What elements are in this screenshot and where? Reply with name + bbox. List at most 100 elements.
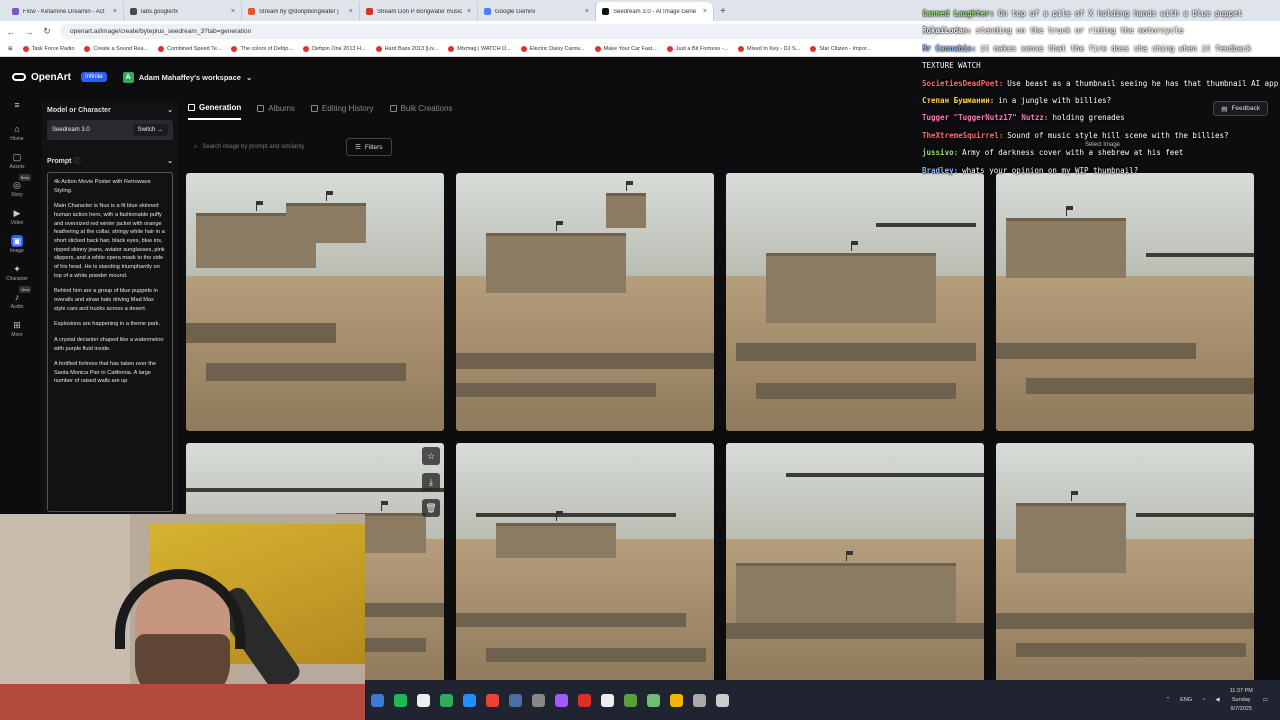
browser-tab[interactable]: Stream by @donpbongwater | × [242, 2, 360, 21]
url-input[interactable]: openart.ai/image/create/byteplus_seedrea… [60, 24, 940, 39]
generated-image[interactable] [456, 173, 714, 431]
bookmark-item[interactable]: The colors of Defqo... [231, 46, 293, 52]
tab-label: Bulk Creations [400, 104, 453, 113]
bookmark-item[interactable]: Create a Sound Rea... [84, 46, 148, 52]
browser-tab[interactable]: Seedream 3.0 - AI Image Gene × [596, 2, 714, 21]
speaker-icon[interactable]: ◀ [1215, 697, 1219, 703]
chevron-up-icon[interactable]: ⌃ [1166, 697, 1171, 703]
image-flag [846, 551, 853, 561]
favorite-star-icon[interactable]: ☆ [422, 447, 440, 465]
tab-editing-history[interactable]: Editing History [310, 103, 374, 120]
rail-item-audio[interactable]: ♪ Audio New [11, 286, 32, 310]
switch-model-button[interactable]: Switch → [132, 124, 168, 136]
image-pier [1146, 253, 1254, 257]
close-tab-icon[interactable]: × [349, 8, 353, 15]
rail-item-more[interactable]: ⊞ More [11, 319, 23, 338]
rail-item-story[interactable]: ◎ Story Beta [11, 174, 31, 198]
browser-tab[interactable]: labs.google/fx × [124, 2, 242, 21]
taskbar-app-icon[interactable] [716, 693, 729, 707]
bookmark-item[interactable]: Star Citizen - Impor... [810, 46, 871, 52]
rail-label: More [11, 332, 23, 338]
generated-image[interactable] [456, 443, 714, 683]
gallery-search-input[interactable]: ⌕ Search image by prompt and similarity [188, 138, 338, 156]
model-name: Seedream 3.0 [52, 127, 90, 133]
tab-bulk-creations[interactable]: Bulk Creations [389, 103, 453, 120]
rail-item-character[interactable]: ✦ Character [6, 263, 28, 282]
taskbar-app-icon[interactable] [693, 693, 706, 707]
close-tab-icon[interactable]: × [585, 8, 589, 15]
taskbar-app-icon[interactable] [532, 693, 545, 707]
workspace-switcher[interactable]: A Adam Mahaffey's workspace ⌄ [122, 71, 252, 83]
browser-tab[interactable]: Stream Don P Bongwater music × [360, 2, 478, 21]
taskbar-app-icon[interactable] [647, 693, 660, 707]
taskbar-app-icon[interactable] [394, 693, 407, 707]
generated-image[interactable] [186, 173, 444, 431]
bookmark-item[interactable]: Make Your Car Fast... [594, 46, 657, 52]
bookmark-item[interactable]: Mixmag | WATCH D... [448, 46, 511, 52]
bookmark-item[interactable]: Electric Daisy Carniv... [520, 46, 585, 52]
reload-icon[interactable]: ↻ [42, 26, 52, 37]
download-icon[interactable]: ⤓ [422, 473, 440, 491]
rail-label: Character [6, 276, 28, 282]
image-wall [456, 353, 714, 369]
rail-badge: New [19, 286, 32, 293]
back-icon[interactable]: ← [6, 27, 16, 37]
menu-toggle[interactable]: ≡ [11, 99, 23, 111]
forward-icon[interactable]: → [24, 27, 34, 37]
image-wall [756, 383, 956, 399]
bookmark-item[interactable]: Task Force Radio [22, 46, 74, 52]
image-wall [1016, 643, 1246, 657]
taskbar-app-icon[interactable] [624, 693, 637, 707]
rail-item-home[interactable]: ⌂ Home [10, 123, 23, 142]
apps-grid-icon[interactable]: ⊞ [8, 46, 13, 52]
bookmark-item[interactable]: Defqon One 2013 H... [303, 46, 366, 52]
prompt-textarea[interactable]: 4k Action Movie Poster with Retrowave St… [47, 172, 173, 512]
info-icon: ⓘ [73, 158, 81, 165]
tab-generation[interactable]: Generation [188, 103, 242, 120]
generated-image[interactable] [996, 443, 1254, 683]
prompt-paragraph: A crystal decanter shaped like a waterme… [54, 336, 164, 352]
bookmark-item[interactable]: Mixed In Key - DJ S... [738, 46, 800, 52]
taskbar-app-icon[interactable] [670, 693, 683, 707]
bookmark-item[interactable]: Just a Bit Fortress -... [666, 46, 728, 52]
taskbar-app-icon[interactable] [555, 693, 568, 707]
clock[interactable]: 11:37 PM Sunday 9/7/2025 [1230, 687, 1253, 714]
taskbar-app-icon[interactable] [463, 693, 476, 707]
rail-item-video[interactable]: ▶ Video [11, 207, 24, 226]
rail-item-image[interactable]: ▣ Image [10, 235, 24, 254]
tab-label: Seedream 3.0 - AI Image Gene [613, 8, 697, 15]
close-tab-icon[interactable]: × [113, 8, 117, 15]
model-selector[interactable]: Seedream 3.0 Switch → [47, 120, 173, 140]
taskbar-app-icon[interactable] [509, 693, 522, 707]
taskbar-app-icon[interactable] [601, 693, 614, 707]
taskbar-app-icon[interactable] [417, 693, 430, 707]
browser-tab[interactable]: Flow - Ketamine Dreamin - Act × [6, 2, 124, 21]
taskbar-app-icon[interactable] [578, 693, 591, 707]
rail-item-assets[interactable]: ▢ Assets [9, 151, 24, 170]
tab-albums[interactable]: Albums [257, 103, 295, 120]
generated-image[interactable] [726, 173, 984, 431]
image-fortress [286, 203, 366, 243]
close-tab-icon[interactable]: × [467, 8, 471, 15]
lang-indicator[interactable]: ENG [1180, 697, 1192, 703]
close-tab-icon[interactable]: × [231, 8, 235, 15]
notification-icon[interactable]: ▭ [1263, 697, 1268, 703]
os-taskbar: ⌃ ENG ◔ ◀ 11:37 PM Sunday 9/7/2025 ▭ [365, 680, 1280, 720]
delete-icon[interactable]: 🗑 [422, 499, 440, 517]
wifi-icon[interactable]: ◔ [1202, 697, 1205, 703]
new-tab-icon[interactable]: + [714, 2, 732, 21]
taskbar-app-icon[interactable] [440, 693, 453, 707]
prompt-section-header[interactable]: Prompt ⓘ ⌄ [42, 150, 178, 170]
model-section-header[interactable]: Model or Character ⌄ [42, 100, 178, 118]
bookmark-item[interactable]: Hard Bass 2013 [Liv... [375, 46, 438, 52]
generated-image[interactable] [726, 443, 984, 683]
taskbar-app-icon[interactable] [486, 693, 499, 707]
browser-tab[interactable]: Google Gemini × [478, 2, 596, 21]
bookmark-item[interactable]: Combined Speed Te... [158, 46, 221, 52]
bookmark-label: Electric Daisy Carniv... [529, 46, 585, 52]
taskbar-app-icon[interactable] [371, 693, 384, 707]
openart-logo[interactable]: OpenArt [12, 72, 71, 83]
generated-image[interactable] [996, 173, 1254, 431]
filters-button[interactable]: ☰ Filters [346, 138, 392, 156]
close-tab-icon[interactable]: × [703, 8, 707, 15]
